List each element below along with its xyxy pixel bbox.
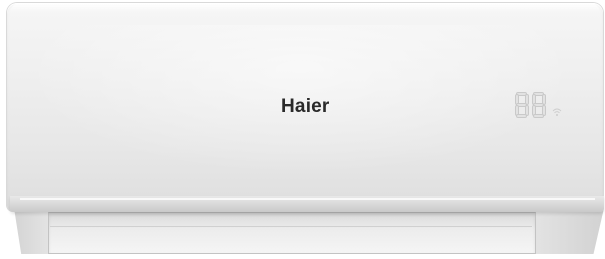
wifi-icon [552, 108, 562, 116]
outlet-side-right [534, 208, 604, 254]
display-digit [515, 92, 529, 118]
louver-crease [50, 226, 532, 227]
outlet-side-left [14, 208, 50, 254]
panel-edge-highlight [20, 198, 595, 200]
display-digit [532, 92, 546, 118]
temperature-display [515, 92, 563, 120]
air-conditioner-photo: Haier [0, 0, 605, 259]
brand-logo: Haier [281, 96, 330, 117]
louver-flap [48, 212, 536, 254]
top-edge-highlight [10, 3, 600, 13]
